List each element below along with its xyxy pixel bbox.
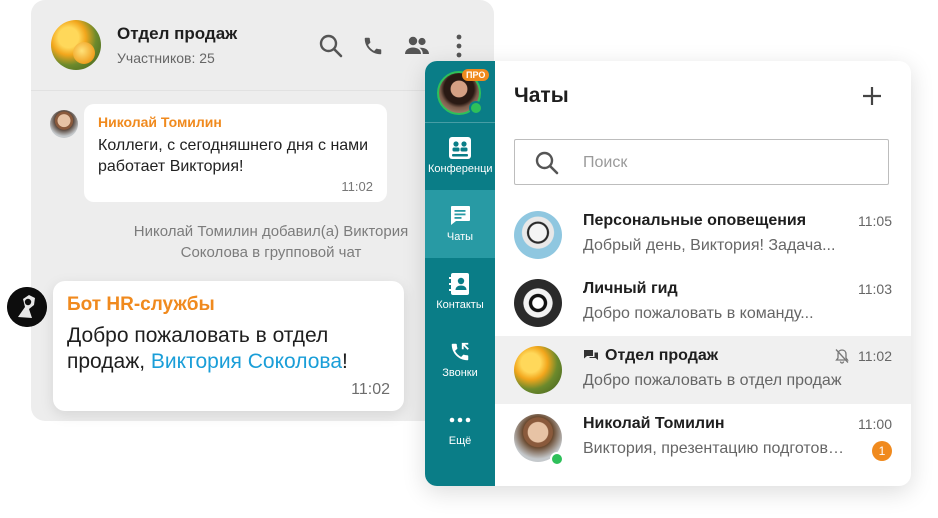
chat-name: Персональные оповещения [583,212,806,230]
more-vertical-icon[interactable] [445,32,473,60]
pro-badge: ПРО [462,69,490,81]
contacts-icon [449,273,469,295]
chat-name-text: Отдел продаж [605,347,719,364]
muted-bell-icon [835,349,849,364]
chat-preview: Добро пожаловать в команду... [583,305,814,322]
sidebar-item-conferences[interactable]: Конференции [425,122,495,190]
system-note: Николай Томилин добавил(а) Виктория Соко… [133,223,409,261]
search-icon[interactable] [317,32,345,60]
bot-message-bubble: Бот HR-службы Добро пожаловать в отдел п… [53,281,404,411]
bot-message-text: Добро пожаловать в отдел продаж, Виктори… [67,323,397,375]
chat-name-text: Персональные оповещения [583,212,807,229]
search-icon [535,151,559,175]
sidebar-item-label: Контакты [436,299,484,311]
more-icon [449,417,471,423]
group-title[interactable]: Отдел продаж [117,24,237,44]
chat-time-text: 11:03 [858,281,892,297]
sidebar-item-calls[interactable]: Звонки [425,326,495,394]
chat-time-text: 11:02 [858,348,892,364]
avatar [514,279,562,327]
chat-name: Личный гид [583,280,678,298]
chat-time: 11:05 [858,213,892,229]
plus-icon [863,87,881,105]
chat-preview: Добрый день, Виктория! Задача... [583,237,836,254]
message-author[interactable]: Николай Томилин [98,114,222,130]
bot-message-time: 11:02 [351,381,390,398]
chat-list-item[interactable]: Личный гид Добро пожаловать в команду...… [495,269,911,337]
online-indicator [550,452,564,466]
chat-name: Николай Томилин [583,415,725,433]
sidebar-item-label: Ещё [448,435,472,447]
sidebar-item-label: Звонки [442,367,478,379]
sidebar-item-chats[interactable]: Чаты [425,190,495,258]
chat-name-text: Николай Томилин [583,415,725,432]
online-indicator [469,101,483,115]
group-avatar[interactable] [51,20,101,70]
chat-preview: Виктория, презентацию подготовила [583,440,848,457]
avatar [514,211,562,259]
message-bubble: Николай Томилин Коллеги, с сегодняшнего … [84,104,387,202]
chat-icon [451,206,470,225]
chat-list-item[interactable]: Персональные оповещения Добрый день, Вик… [495,201,911,269]
conference-icon [449,137,471,159]
chat-time: 11:00 [858,416,892,432]
group-chat-icon [584,350,598,360]
chat-name-text: Личный гид [583,280,678,297]
message-text: Коллеги, с сегодняшнего дня с нами работ… [98,137,369,175]
chats-panel: Чаты Персональные оповещения Добрый день… [495,61,911,486]
sidebar-item-more[interactable]: Ещё [425,394,495,462]
members-icon[interactable] [403,32,431,60]
chat-time: 11:03 [858,281,892,297]
bot-message-text-end: ! [342,350,348,373]
new-chat-button[interactable] [859,83,885,109]
chat-list-item[interactable]: Николай Томилин Виктория, презентацию по… [495,404,911,472]
group-members-count: Участников: 25 [117,50,215,66]
mention-link[interactable]: Виктория Соколова [151,350,342,373]
search-input[interactable] [581,150,875,176]
chat-time-text: 11:00 [858,416,892,432]
unread-badge: 1 [872,441,892,461]
calls-icon [451,342,469,361]
avatar [514,346,562,394]
chat-preview: Добро пожаловать в отдел продаж [583,372,842,389]
chat-time: 11:02 [834,348,892,364]
chat-name: Отдел продаж [583,347,718,365]
avatar[interactable] [50,110,78,138]
sidebar-item-label: Конференции [428,163,492,175]
messenger-window: ПРО Конференции Чаты Контакты Звонки Ещё… [425,61,911,486]
chat-time-text: 11:05 [858,213,892,229]
sidebar-item-label: Чаты [446,231,474,243]
phone-icon[interactable] [359,32,387,60]
chat-list-item[interactable]: Отдел продаж Добро пожаловать в отдел пр… [495,336,911,404]
message-time: 11:02 [341,179,373,194]
sidebar: ПРО Конференции Чаты Контакты Звонки Ещё [425,61,495,486]
page-title: Чаты [514,84,569,107]
sidebar-item-contacts[interactable]: Контакты [425,258,495,326]
search-box [514,139,889,185]
bot-avatar[interactable] [7,287,47,327]
bot-message-author[interactable]: Бот HR-службы [67,294,215,316]
